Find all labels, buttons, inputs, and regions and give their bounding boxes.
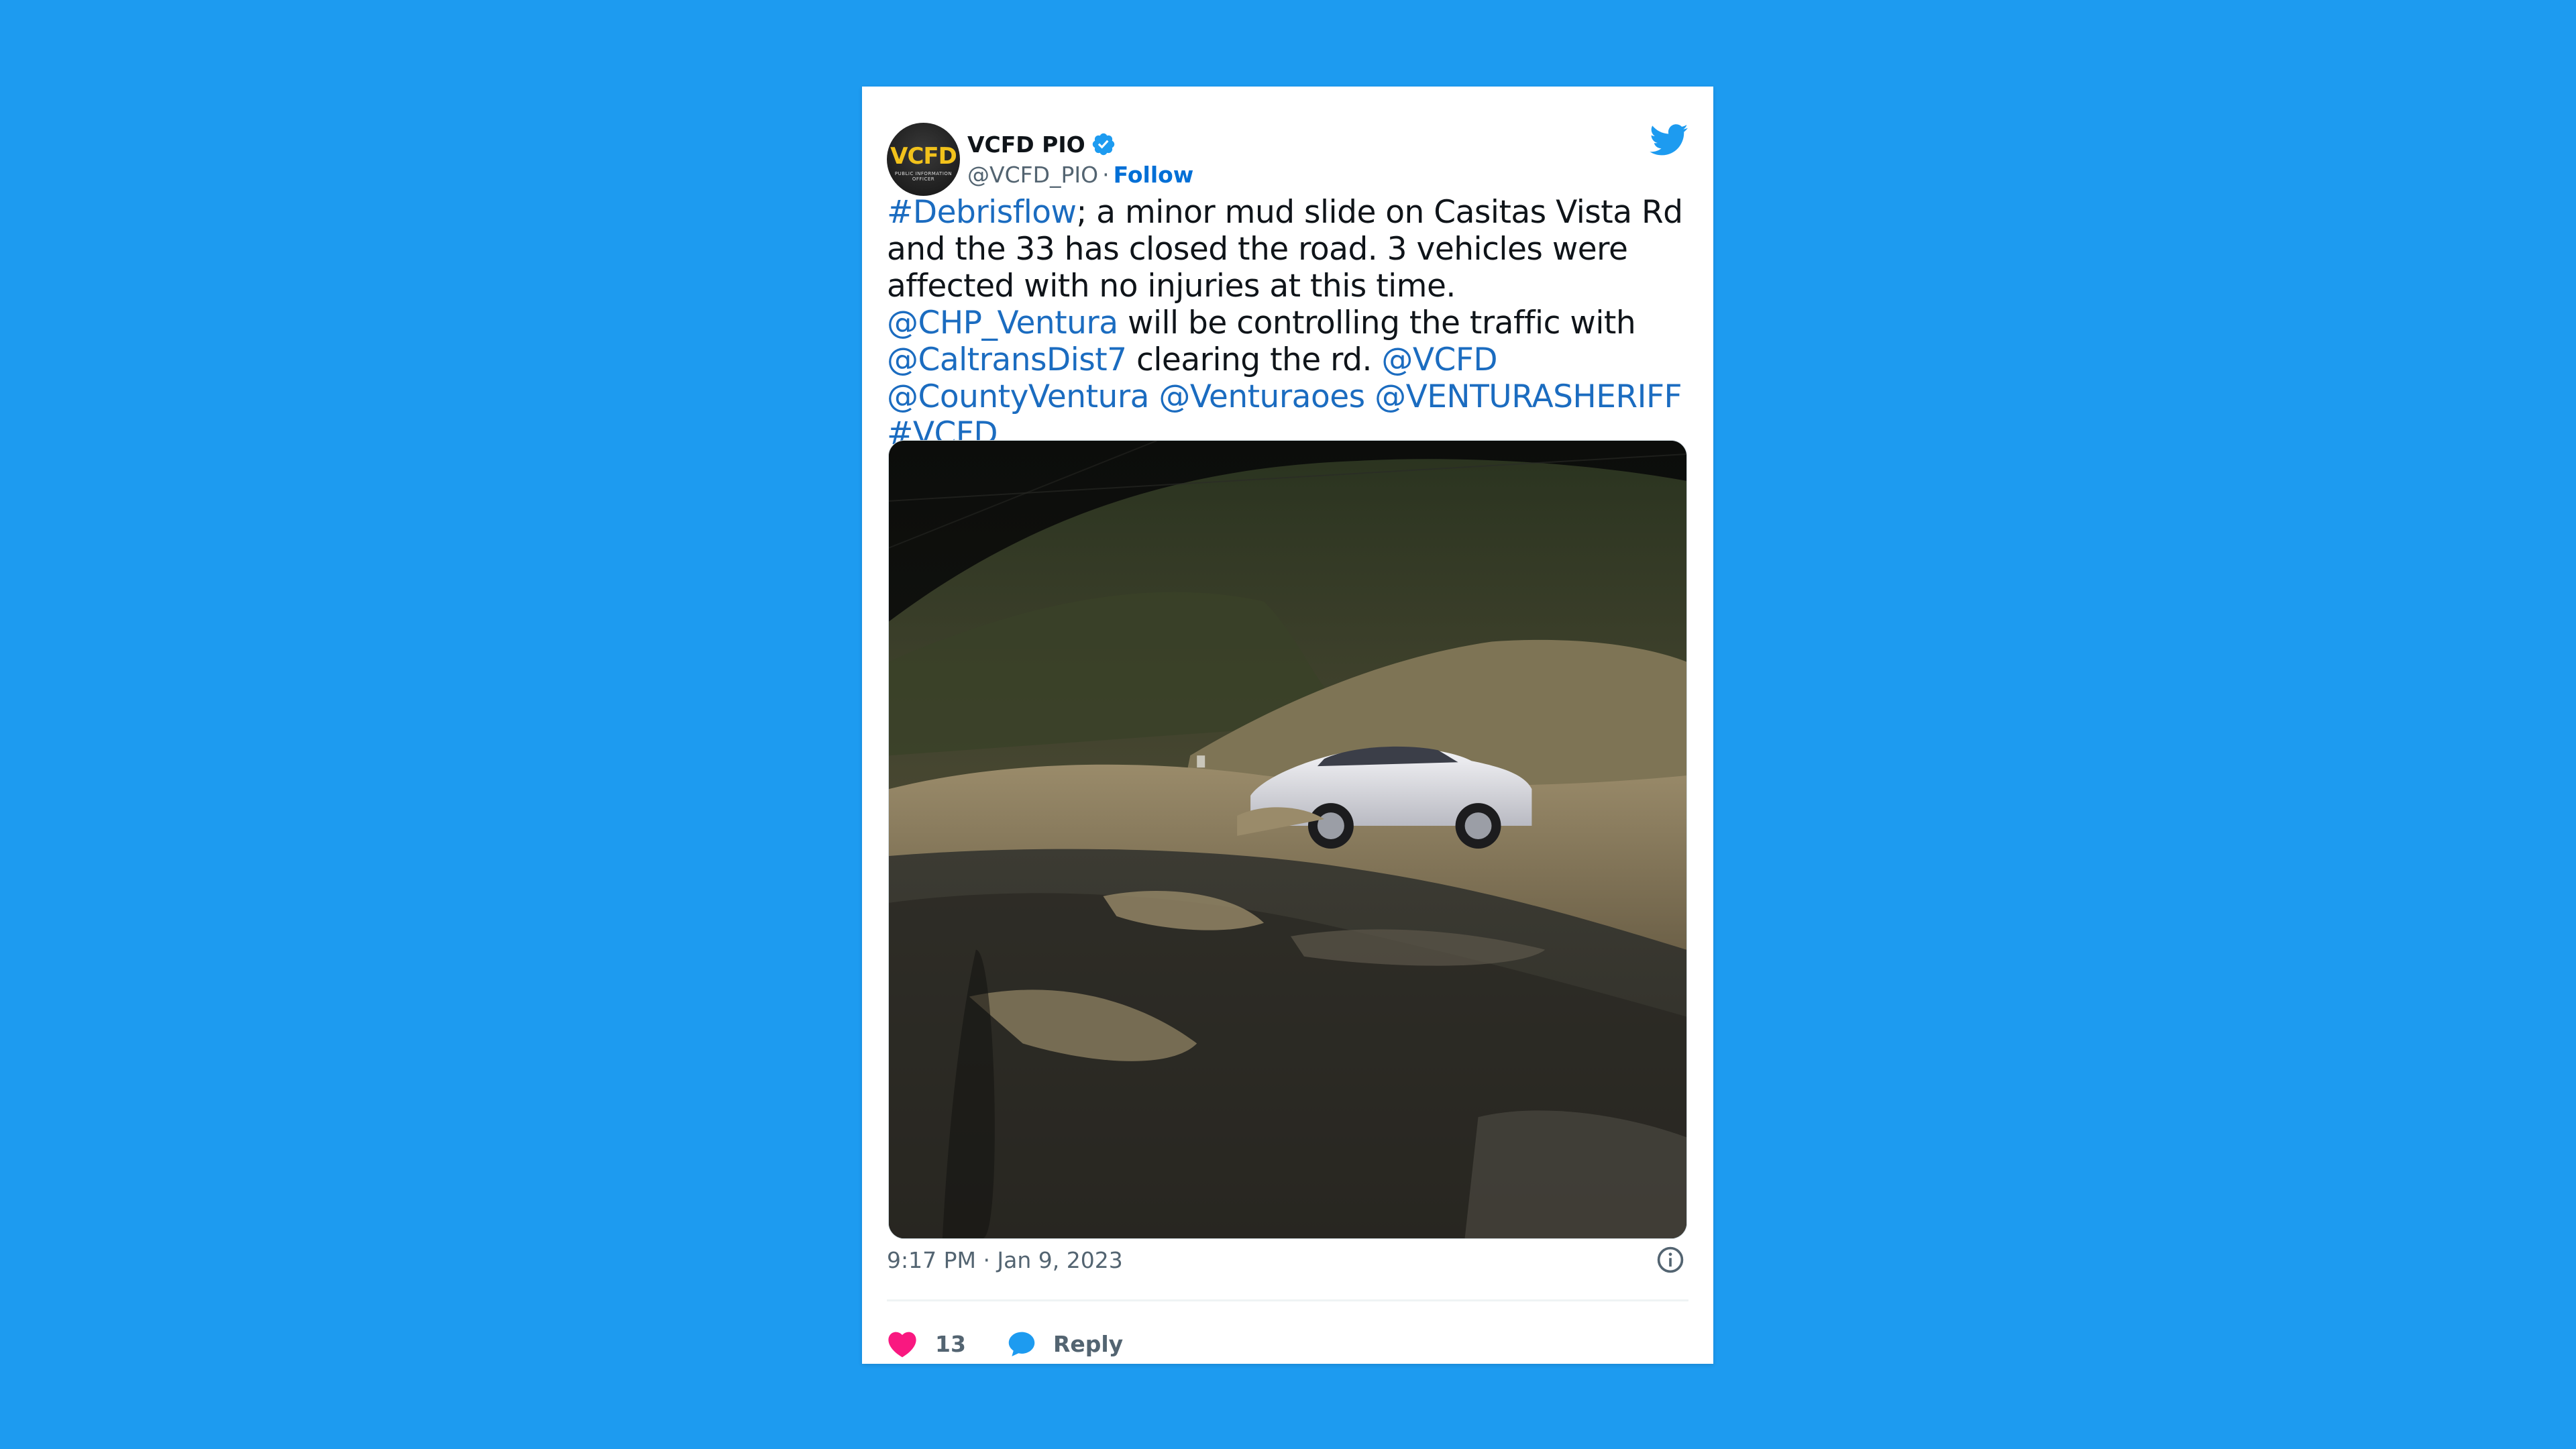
- author-handle-row: @VCFD_PIO · Follow: [967, 162, 1193, 188]
- tweet-text-segment: [1365, 378, 1375, 415]
- like-count[interactable]: 13: [935, 1331, 966, 1357]
- tweet-card: VCFD PUBLIC INFORMATION OFFICER VCFD PIO…: [862, 87, 1713, 1364]
- mention-link[interactable]: @VCFD: [1381, 341, 1497, 378]
- info-icon[interactable]: [1656, 1245, 1685, 1275]
- tweet-text-segment: [1149, 378, 1159, 415]
- avatar[interactable]: VCFD PUBLIC INFORMATION OFFICER: [887, 123, 960, 196]
- author-name[interactable]: VCFD PIO: [967, 131, 1085, 158]
- divider: [887, 1299, 1688, 1301]
- avatar-logo-text: VCFD: [890, 143, 957, 170]
- heart-icon[interactable]: [887, 1330, 918, 1358]
- mention-link[interactable]: @CaltransDist7: [887, 341, 1127, 378]
- tweet-actions: 13 Reply: [887, 1329, 1123, 1358]
- author-handle[interactable]: @VCFD_PIO: [967, 162, 1098, 188]
- verified-badge-icon: [1092, 133, 1114, 156]
- follow-button[interactable]: Follow: [1114, 162, 1194, 188]
- author-name-row: VCFD PIO: [967, 129, 1116, 159]
- hashtag-link[interactable]: #Debrisflow: [887, 194, 1077, 231]
- reply-button[interactable]: Reply: [1006, 1329, 1123, 1358]
- tweet-photo[interactable]: [888, 440, 1687, 1239]
- twitter-bird-icon[interactable]: [1650, 124, 1688, 156]
- speech-bubble-icon: [1008, 1332, 1035, 1356]
- separator-dot: ·: [1102, 162, 1110, 188]
- mention-link[interactable]: @CHP_Ventura: [887, 305, 1118, 341]
- page-background: { "author": { "name": "VCFD PIO", "handl…: [0, 0, 2576, 1449]
- tweet-timestamp[interactable]: 9:17 PM · Jan 9, 2023: [887, 1247, 1123, 1273]
- tweet-text: #Debrisflow; a minor mud slide on Casita…: [887, 194, 1692, 452]
- tweet-text-segment: clearing the rd.: [1126, 341, 1382, 378]
- mudslide-photo-image: [889, 441, 1686, 1238]
- tweet-text-segment: will be controlling the traffic with: [1118, 305, 1636, 341]
- mention-link[interactable]: @VENTURASHERIFF: [1375, 378, 1682, 415]
- reply-label: Reply: [1053, 1330, 1124, 1357]
- avatar-logo-subtext: PUBLIC INFORMATION OFFICER: [894, 171, 953, 182]
- tweet-header: VCFD PUBLIC INFORMATION OFFICER VCFD PIO…: [887, 105, 1688, 196]
- mention-link[interactable]: @CountyVentura: [887, 378, 1149, 415]
- mention-link[interactable]: @Venturaoes: [1159, 378, 1365, 415]
